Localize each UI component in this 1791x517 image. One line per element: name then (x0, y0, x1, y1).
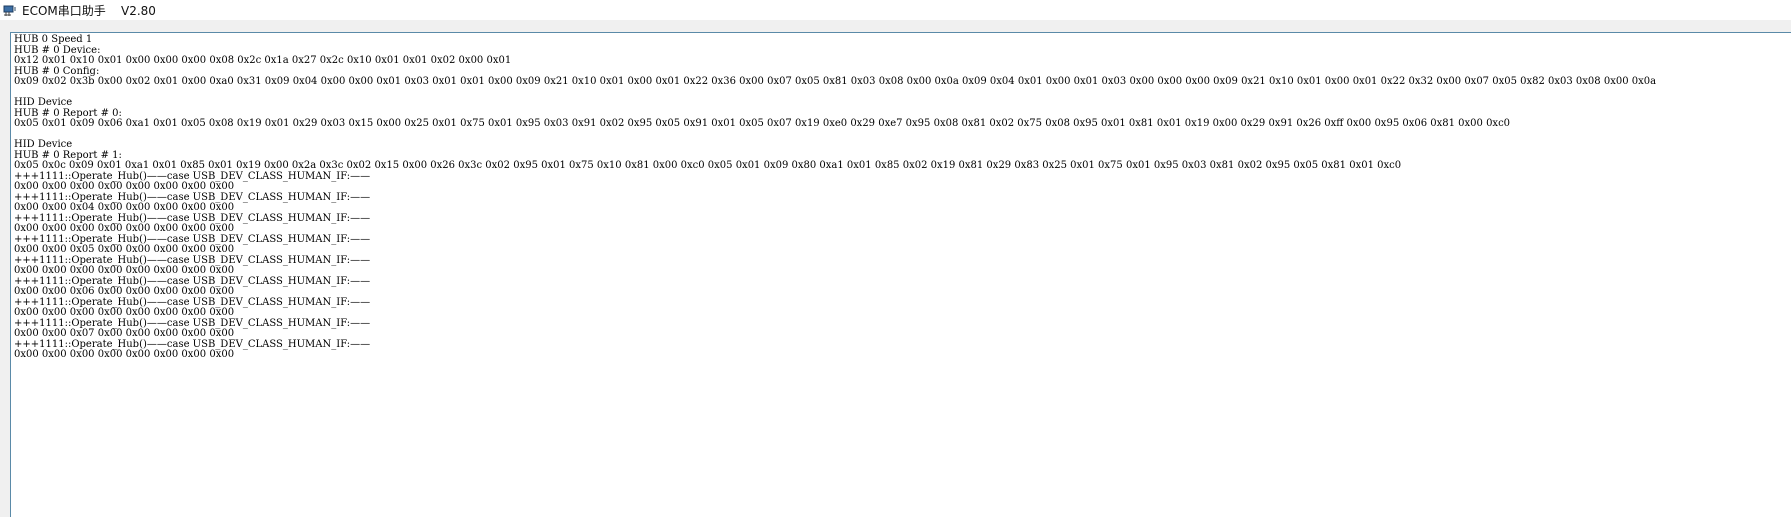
log-text: HUB 0 Speed 1 HUB # 0 Device: 0x12 0x01 0x… (11, 33, 1791, 361)
log-line: +++1111::Operate_Hub()——case USB_DEV_CLA… (14, 338, 371, 350)
title-bar[interactable]: ECOM串口助手 V2.80 (0, 0, 1791, 20)
left-frame (0, 32, 10, 517)
log-line: +++1111::Operate_Hub()——case USB_DEV_CLA… (14, 191, 371, 203)
log-line: 0x05 0x01 0x09 0x06 0xa1 0x01 0x05 0x08 … (14, 118, 1511, 129)
log-line: HID Device (14, 97, 73, 108)
log-line: 0x00 0x00 0x00 0x00 0x00 0x00 0x00 0x00 (14, 265, 235, 276)
log-line: +++1111::Operate_Hub()——case USB_DEV_CLA… (14, 212, 371, 224)
log-line: 0x00 0x00 0x05 0x00 0x00 0x00 0x00 0x00 (14, 244, 235, 255)
log-line: 0x00 0x00 0x00 0x00 0x00 0x00 0x00 0x00 (14, 181, 235, 192)
log-line: +++1111::Operate_Hub()——case USB_DEV_CLA… (14, 233, 371, 245)
log-line: +++1111::Operate_Hub()——case USB_DEV_CLA… (14, 254, 371, 266)
toolbar-strip (0, 20, 1791, 32)
log-line: 0x12 0x01 0x10 0x01 0x00 0x00 0x00 0x08 … (14, 55, 512, 66)
log-line: +++1111::Operate_Hub()——case USB_DEV_CLA… (14, 317, 371, 329)
log-line: HID Device (14, 139, 73, 150)
window-title: ECOM串口助手 V2.80 (22, 3, 156, 18)
log-line: 0x00 0x00 0x04 0x00 0x00 0x00 0x00 0x00 (14, 202, 235, 213)
log-line: +++1111::Operate_Hub()——case USB_DEV_CLA… (14, 275, 371, 287)
log-line: 0x05 0x0c 0x09 0x01 0xa1 0x01 0x85 0x01 … (14, 160, 1402, 171)
log-line: 0x00 0x00 0x00 0x00 0x00 0x00 0x00 0x00 (14, 349, 235, 360)
serial-port-icon (2, 2, 18, 18)
log-line: 0x00 0x00 0x00 0x00 0x00 0x00 0x00 0x00 (14, 223, 235, 234)
log-line: 0x09 0x02 0x3b 0x00 0x02 0x01 0x00 0xa0 … (14, 76, 1657, 87)
log-line: 0x00 0x00 0x00 0x00 0x00 0x00 0x00 0x00 (14, 307, 235, 318)
log-line: HUB 0 Speed 1 (14, 34, 93, 45)
app-window: ECOM串口助手 V2.80 HUB 0 Speed 1 HUB # 0 Devi… (0, 0, 1791, 517)
log-line: +++1111::Operate_Hub()——case USB_DEV_CLA… (14, 170, 371, 182)
log-line: 0x00 0x00 0x07 0x00 0x00 0x00 0x00 0x00 (14, 328, 235, 339)
log-line: 0x00 0x00 0x06 0x00 0x00 0x00 0x00 0x00 (14, 286, 235, 297)
receive-log-area[interactable]: HUB 0 Speed 1 HUB # 0 Device: 0x12 0x01 0x… (10, 32, 1791, 517)
log-line: +++1111::Operate_Hub()——case USB_DEV_CLA… (14, 296, 371, 308)
